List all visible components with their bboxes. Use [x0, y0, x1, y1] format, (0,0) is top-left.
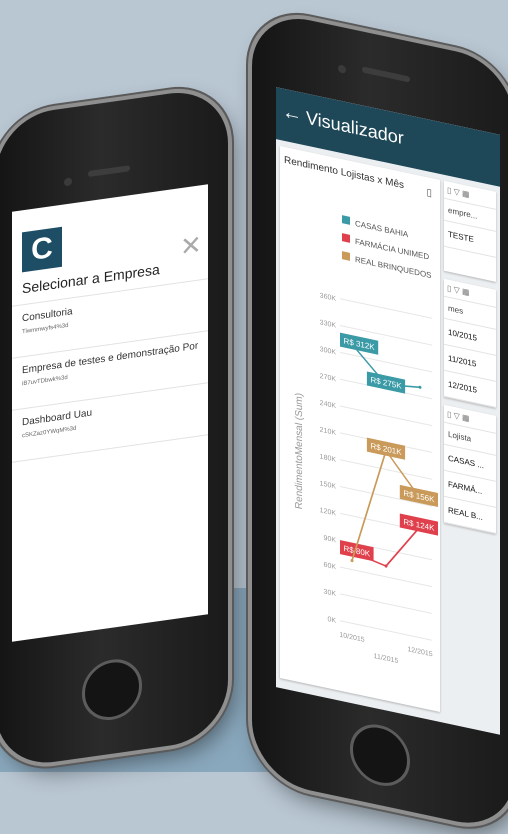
home-button[interactable]	[82, 655, 142, 724]
x-tick-label: 12/2015	[407, 646, 432, 658]
y-tick-label: 180K	[320, 453, 337, 463]
chart-card: Rendimento Lojistas x Mês ▯ CASAS BAHIA F…	[280, 145, 440, 712]
phone-left: C ✕ Selecionar a Empresa Consultoria Tiw…	[0, 85, 228, 770]
side-panels: ▯ ▽ ▦ empre... TESTE ▯ ▽ ▦ mes 10/2015 1…	[444, 180, 496, 542]
x-tick-label: 10/2015	[339, 632, 364, 644]
y-tick-label: 330K	[320, 319, 337, 329]
x-axis-label: 11/2015	[374, 653, 399, 665]
viewer-screen: ← Visualizador Rendimento Lojistas x Mês…	[276, 87, 500, 735]
grid-line	[340, 593, 432, 614]
y-tick-label: 120K	[320, 507, 337, 517]
line-chart: CASAS BAHIAFARMÁCIA UNIMEDREAL BRINQUEDO…	[294, 215, 439, 665]
y-tick-label: 360K	[320, 292, 337, 302]
y-tick-label: 300K	[320, 346, 337, 356]
company-list: Consultoria Tiwmmwyfs4%3d Empresa de tes…	[12, 278, 208, 463]
earpiece-speaker	[88, 165, 130, 178]
pdf-export-icon[interactable]: ▯	[426, 187, 432, 199]
app-bar-title: Visualizador	[306, 107, 404, 149]
y-tick-label: 210K	[320, 427, 337, 437]
app-logo-glyph: C	[31, 231, 53, 268]
mes-filter-card: ▯ ▽ ▦ mes 10/2015 11/2015 12/2015	[444, 278, 496, 408]
y-tick-label: 240K	[320, 400, 337, 410]
company-select-screen: C ✕ Selecionar a Empresa Consultoria Tiw…	[12, 184, 208, 642]
grid-line	[340, 405, 432, 427]
grid-line	[340, 351, 432, 373]
y-tick-label: 150K	[320, 480, 337, 490]
legend-swatch	[342, 251, 350, 261]
y-tick-label: 0K	[327, 616, 336, 625]
y-tick-label: 90K	[324, 535, 337, 545]
legend-label: CASAS BAHIA	[355, 219, 409, 239]
front-camera	[64, 177, 72, 187]
back-arrow-icon[interactable]: ←	[282, 100, 302, 127]
close-icon[interactable]: ✕	[180, 229, 202, 263]
app-logo: C	[22, 226, 62, 273]
legend-swatch	[342, 215, 350, 225]
data-point	[418, 385, 422, 389]
y-tick-label: 30K	[324, 588, 337, 598]
empresa-filter-card: ▯ ▽ ▦ empre... TESTE	[444, 180, 496, 282]
front-camera	[338, 64, 346, 74]
home-button[interactable]	[350, 718, 410, 792]
phone-right: ← Visualizador Rendimento Lojistas x Mês…	[252, 8, 508, 834]
lojista-filter-card: ▯ ▽ ▦ Lojista CASAS ... FARMÁ... REAL B.…	[444, 404, 496, 534]
legend-swatch	[342, 233, 350, 243]
grid-line	[340, 298, 432, 319]
grid-line	[340, 566, 432, 588]
earpiece-speaker	[362, 66, 410, 83]
y-tick-label: 60K	[324, 562, 337, 572]
y-axis-label: RendimentoMensal (Sum)	[294, 392, 305, 510]
y-tick-label: 270K	[320, 373, 337, 383]
grid-line	[340, 459, 432, 480]
